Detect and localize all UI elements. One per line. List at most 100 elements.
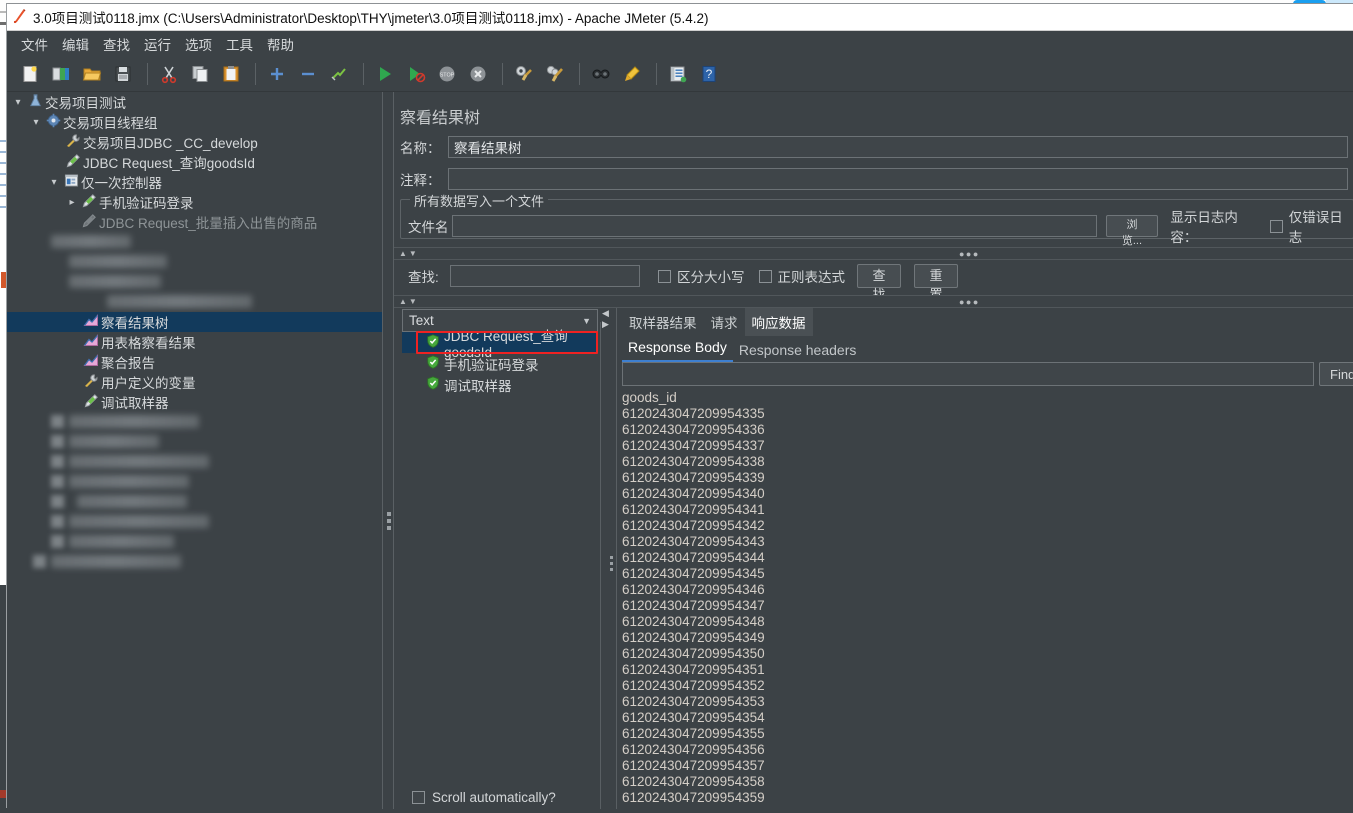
tree-item-test-plan[interactable]: ▾ 交易项目测试 bbox=[7, 92, 382, 112]
chevron-right-icon[interactable]: ▸ bbox=[65, 197, 79, 208]
tree-item-jdbc-config[interactable]: 交易项目JDBC _CC_develop bbox=[7, 132, 382, 152]
tab-request[interactable]: 请求 bbox=[704, 308, 745, 336]
paste-icon[interactable] bbox=[217, 60, 245, 88]
tree-item-view-results-table[interactable]: 用表格察看结果 bbox=[7, 332, 382, 352]
sampler-list-item-debug-sampler[interactable]: 调试取样器 bbox=[402, 374, 598, 395]
tree-item-sms-login[interactable]: ▸ 手机验证码登录 bbox=[7, 192, 382, 212]
scroll-automatically-checkbox[interactable] bbox=[412, 791, 425, 804]
open-icon[interactable] bbox=[78, 60, 106, 88]
collapse-right-icon[interactable]: ▶ bbox=[602, 319, 609, 330]
filename-row: 文件名 浏览... 显示日志内容： 仅错误日志 bbox=[408, 206, 1353, 247]
case-sensitive-checkbox[interactable] bbox=[658, 269, 671, 283]
reset-button[interactable]: 重置 bbox=[914, 264, 958, 302]
collapse-arrows-icon[interactable]: ▲▼ bbox=[399, 249, 419, 258]
function-helper-icon[interactable] bbox=[664, 60, 692, 88]
stop-icon[interactable]: STOP bbox=[433, 60, 461, 88]
tree-item-jdbc-request-query[interactable]: JDBC Request_查询goodsId bbox=[7, 152, 382, 172]
chevron-down-icon[interactable]: ▼ bbox=[582, 316, 591, 326]
response-tabs[interactable]: Response Body Response headers bbox=[622, 336, 862, 363]
collapse-bar-bottom[interactable]: ▲▼ ●●● bbox=[394, 295, 1353, 308]
thread-group-icon bbox=[43, 113, 63, 131]
search-icon[interactable] bbox=[587, 60, 615, 88]
tree-item-redacted[interactable] bbox=[7, 552, 382, 572]
tree-item-redacted[interactable] bbox=[7, 452, 382, 472]
chevron-down-icon[interactable]: ▾ bbox=[11, 97, 25, 108]
filename-label: 文件名 bbox=[408, 220, 449, 235]
collapse-bar-top[interactable]: ▲▼ ●●● bbox=[394, 247, 1353, 260]
collapse-dots-icon[interactable]: ●●● bbox=[959, 297, 980, 307]
tab-response-data[interactable]: 响应数据 bbox=[744, 308, 813, 336]
tree-item-redacted[interactable] bbox=[7, 272, 382, 292]
sampler-result-list[interactable]: JDBC Request_查询goodsId 手机验证码登录 调试取样器 bbox=[402, 329, 598, 395]
tree-item-redacted[interactable] bbox=[7, 532, 382, 552]
sampler-list-item-sms-login[interactable]: 手机验证码登录 bbox=[402, 353, 598, 374]
tree-item-redacted[interactable] bbox=[7, 432, 382, 452]
splitter-grip[interactable] bbox=[387, 512, 391, 533]
sampler-list-item-jdbc-request[interactable]: JDBC Request_查询goodsId bbox=[402, 329, 598, 360]
tree-item-redacted[interactable] bbox=[7, 232, 382, 252]
response-find-button[interactable]: Find bbox=[1319, 362, 1353, 386]
clear-icon[interactable] bbox=[510, 60, 538, 88]
tree-item-once-only-controller[interactable]: ▾ 仅一次控制器 bbox=[7, 172, 382, 192]
menu-item-file[interactable]: 文件 bbox=[15, 32, 54, 56]
tree-item-debug-sampler[interactable]: 调试取样器 bbox=[7, 392, 382, 412]
menu-item-run[interactable]: 运行 bbox=[138, 32, 177, 56]
find-button[interactable]: 查找 bbox=[857, 264, 901, 302]
tree-item-user-defined-variables[interactable]: 用户定义的变量 bbox=[7, 372, 382, 392]
reset-search-icon[interactable] bbox=[618, 60, 646, 88]
save-icon[interactable] bbox=[109, 60, 137, 88]
tree-item-redacted[interactable] bbox=[7, 412, 382, 432]
scroll-automatically-row[interactable]: Scroll automatically? bbox=[412, 790, 556, 805]
response-body-content[interactable]: goods_id 6120243047209954335 612024304720… bbox=[622, 390, 1353, 805]
tree-item-redacted[interactable] bbox=[7, 252, 382, 272]
new-icon[interactable] bbox=[16, 60, 44, 88]
menu-item-search[interactable]: 查找 bbox=[97, 32, 136, 56]
tree-item-redacted[interactable] bbox=[7, 472, 382, 492]
expand-all-icon[interactable] bbox=[263, 60, 291, 88]
collapse-all-icon[interactable] bbox=[294, 60, 322, 88]
filename-input[interactable] bbox=[452, 215, 1097, 237]
tree-item-jdbc-request-batch-insert[interactable]: JDBC Request_批量插入出售的商品 bbox=[7, 212, 382, 232]
main-splitter[interactable] bbox=[382, 92, 394, 809]
collapse-dots-icon[interactable]: ●●● bbox=[959, 249, 980, 259]
menu-item-help[interactable]: 帮助 bbox=[261, 32, 300, 56]
chevron-down-icon[interactable]: ▾ bbox=[47, 177, 61, 188]
regexp-checkbox[interactable] bbox=[758, 269, 772, 283]
tree-item-thread-group[interactable]: ▾ 交易项目线程组 bbox=[7, 112, 382, 132]
inner-splitter-arrows[interactable]: ◀ ▶ bbox=[602, 308, 609, 330]
tree-item-view-results-tree[interactable]: 察看结果树 bbox=[7, 312, 382, 332]
clear-all-icon[interactable] bbox=[541, 60, 569, 88]
menu-item-options[interactable]: 选项 bbox=[179, 32, 218, 56]
list-scroll-grip[interactable] bbox=[612, 552, 618, 582]
comment-input[interactable] bbox=[448, 168, 1348, 190]
copy-icon[interactable] bbox=[186, 60, 214, 88]
collapse-arrows-icon[interactable]: ▲▼ bbox=[399, 297, 419, 306]
name-input[interactable] bbox=[448, 136, 1348, 158]
tree-item-redacted[interactable] bbox=[7, 512, 382, 532]
errors-only-checkbox[interactable] bbox=[1269, 219, 1283, 233]
start-icon[interactable] bbox=[371, 60, 399, 88]
result-tabs[interactable]: 取样器结果 请求 响应数据 bbox=[622, 308, 813, 336]
collapse-left-icon[interactable]: ◀ bbox=[602, 308, 609, 319]
cut-icon[interactable] bbox=[155, 60, 183, 88]
tree-item-redacted[interactable] bbox=[7, 292, 382, 312]
tab-response-body[interactable]: Response Body bbox=[622, 336, 733, 363]
tree-item-label: JDBC Request_查询goodsId bbox=[83, 156, 255, 171]
chevron-down-icon[interactable]: ▾ bbox=[29, 117, 43, 128]
templates-icon[interactable] bbox=[47, 60, 75, 88]
search-input[interactable] bbox=[450, 265, 640, 287]
response-find-input[interactable] bbox=[622, 362, 1314, 386]
test-plan-tree[interactable]: ▾ 交易项目测试 ▾ 交易项目线程组 交易项目JDBC _CC_develop … bbox=[7, 92, 382, 809]
help-icon[interactable]: ? bbox=[695, 60, 723, 88]
toggle-icon[interactable] bbox=[325, 60, 353, 88]
browse-button[interactable]: 浏览... bbox=[1105, 215, 1159, 247]
response-body-row: 6120243047209954337 bbox=[622, 438, 765, 453]
tab-sampler-result[interactable]: 取样器结果 bbox=[622, 308, 704, 336]
menu-item-edit[interactable]: 编辑 bbox=[56, 32, 95, 56]
start-no-timers-icon[interactable] bbox=[402, 60, 430, 88]
menu-item-tools[interactable]: 工具 bbox=[220, 32, 259, 56]
shutdown-icon[interactable] bbox=[464, 60, 492, 88]
tree-item-redacted[interactable] bbox=[7, 492, 382, 512]
tree-item-aggregate-report[interactable]: 聚合报告 bbox=[7, 352, 382, 372]
tab-response-headers[interactable]: Response headers bbox=[733, 339, 863, 363]
